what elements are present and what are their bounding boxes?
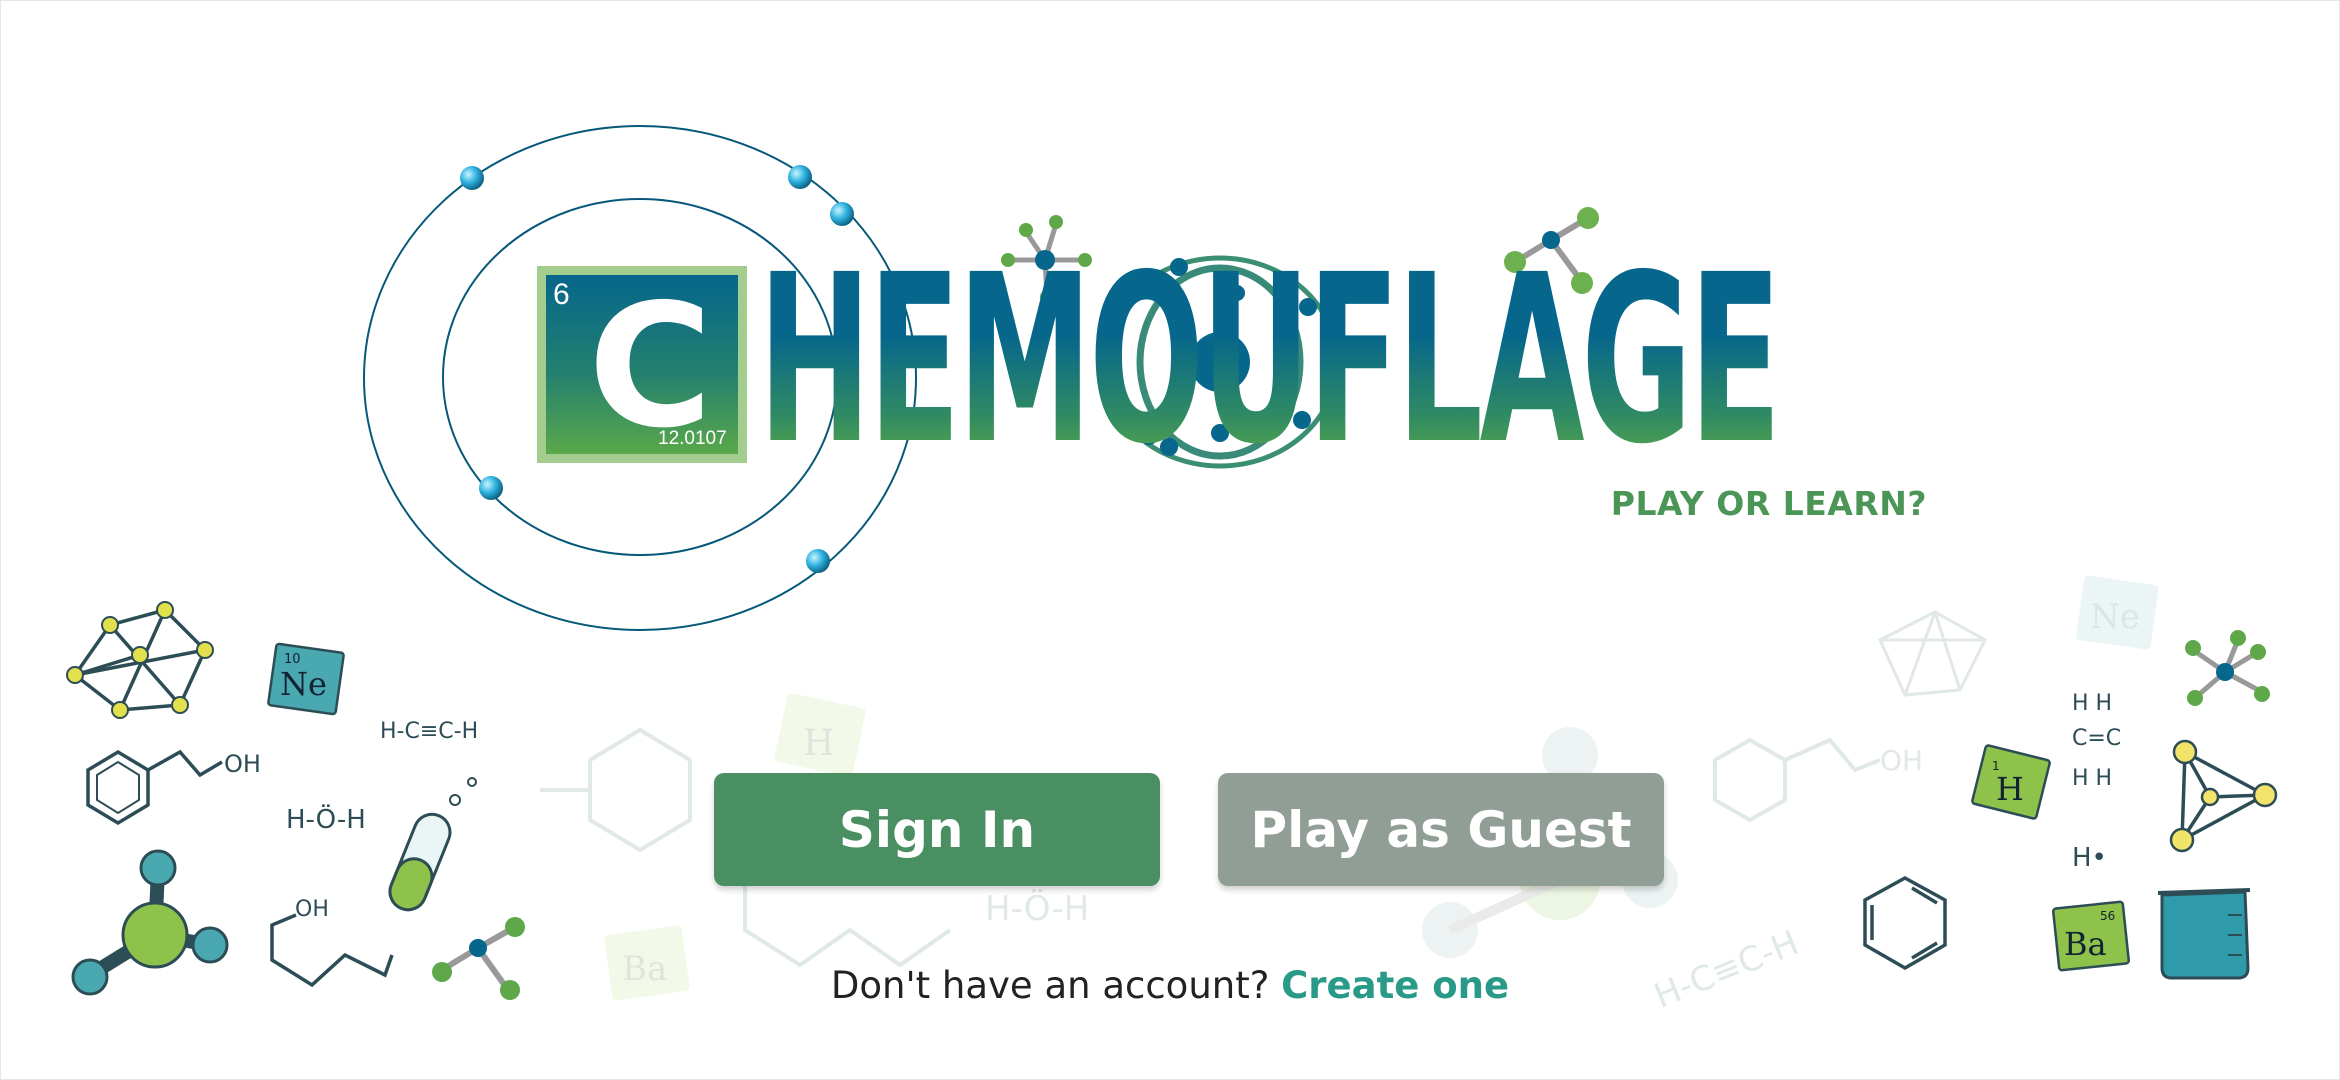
create-account-link[interactable]: Create one [1281,964,1509,1007]
svg-text:H H: H H [2072,691,2112,716]
acetylene-doodle: H-C≡C-H [380,719,478,744]
ethylene-doodle: H H C=C H H [2072,691,2121,791]
hydrogen-radical-doodle: H• [2072,843,2107,873]
svg-text:C=C: C=C [2072,726,2121,751]
logo-title-wordmark: HEMOUFLAGE [758,225,1782,495]
faded-water-doodle: H-Ö-H [985,888,1089,929]
faded-benzene-doodle [540,727,692,853]
account-prompt-text: Don't have an account? [830,964,1270,1007]
faded-hydrogen-tile-text: H [803,723,834,764]
hydrogen-tile-symbol: H [1996,770,2024,808]
element-atomic-number: 6 [553,278,570,311]
alcohol-oh-label: OH [295,897,329,922]
ethanol-doodle [86,749,223,826]
faded-chain-doodle [743,880,952,968]
sign-in-button[interactable]: Sign In [714,773,1160,886]
test-tube-doodle [388,777,477,912]
neon-tile-symbol: Ne [280,665,327,703]
ethanol-oh-label: OH [224,750,261,778]
tetrahedron-doodle [2180,749,2269,843]
faded-ethanol-doodle [1713,737,1881,823]
element-atomic-mass: 12.0107 [658,428,727,449]
svg-text:H H: H H [2072,766,2112,791]
benzene-doodle-right [1863,876,1947,971]
logo-tagline: PLAY OR LEARN? [1610,484,1927,523]
play-as-guest-button[interactable]: Play as Guest [1218,773,1664,886]
faded-ethanol-oh: OH [1880,744,1923,777]
barium-tile-symbol: Ba [2064,925,2107,963]
create-account-row: Don't have an account? Create one [0,964,2340,1007]
barium-tile-number: 56 [2100,909,2115,923]
water-doodle: H-Ö-H [286,803,366,835]
